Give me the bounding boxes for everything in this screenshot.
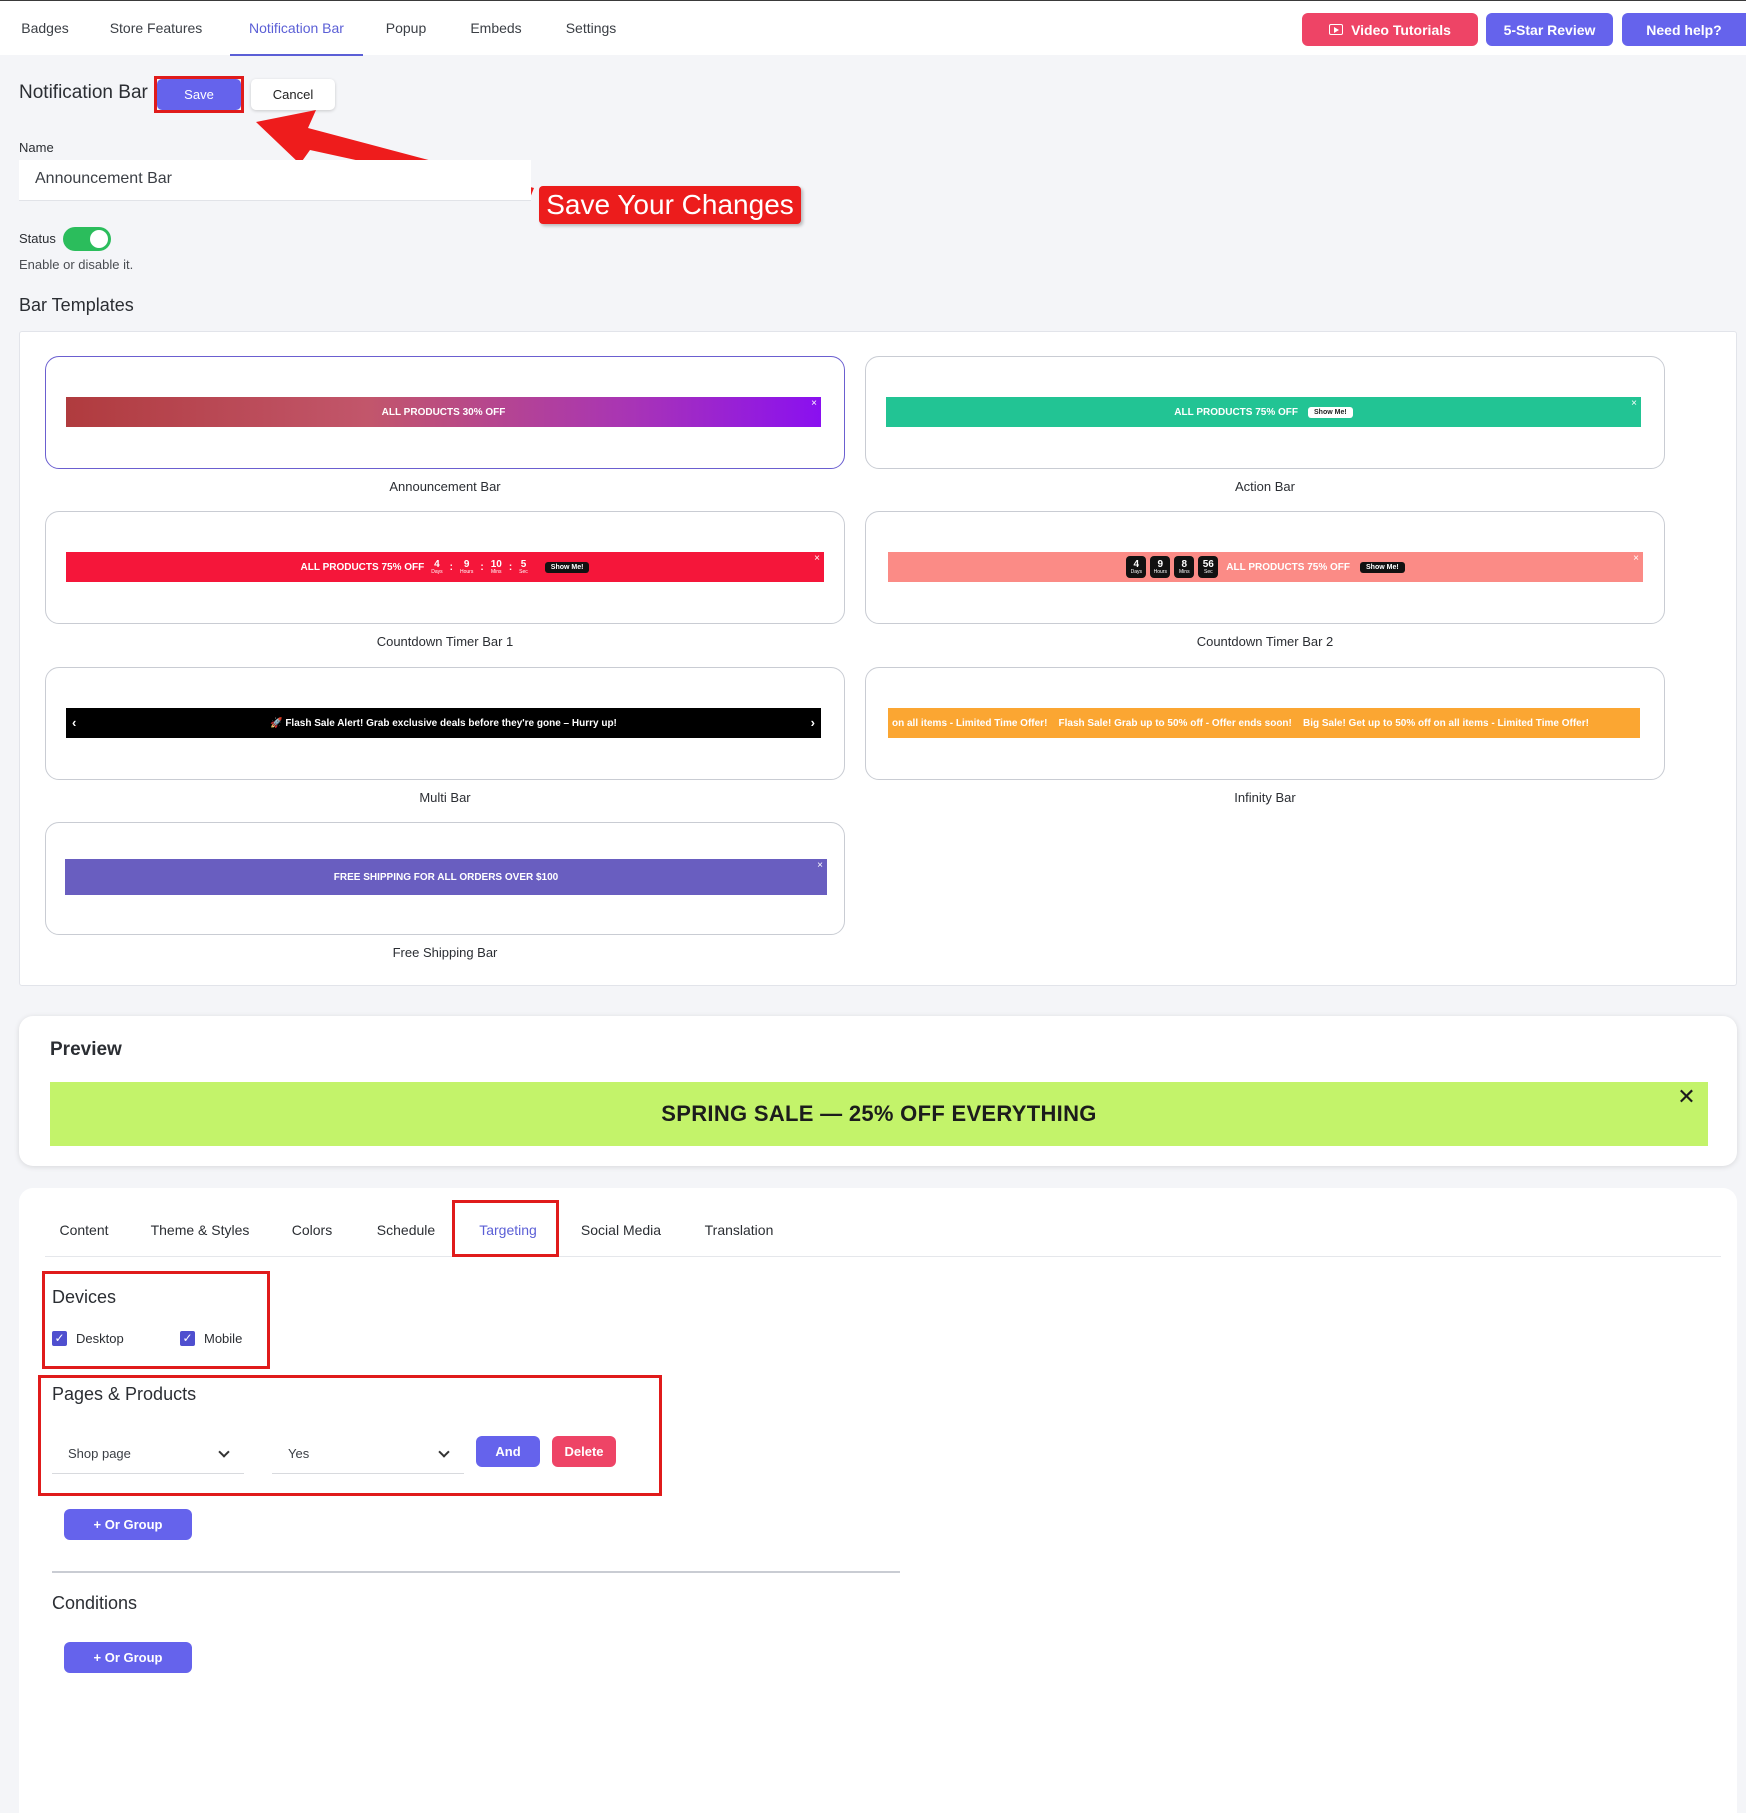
nav-tab-settings[interactable]: Settings [558, 1, 624, 56]
show-me-button: Show Me! [1308, 406, 1353, 418]
preview-heading: Preview [50, 1039, 122, 1060]
section-divider [52, 1571, 900, 1573]
status-label: Status [19, 231, 56, 246]
save-callout: Save Your Changes [539, 186, 801, 224]
show-me-button: Show Me! [544, 561, 590, 573]
template-card-infinity[interactable]: on all items - Limited Time Offer! Flash… [865, 667, 1665, 780]
timer-days: 4 Days [431, 558, 443, 575]
name-input[interactable]: Announcement Bar [19, 160, 531, 201]
timer-hours: 9 Hours [1150, 556, 1171, 578]
tab-schedule[interactable]: Schedule [373, 1210, 439, 1250]
pages-products-highlight-box [38, 1375, 662, 1496]
tabs-divider [45, 1256, 1721, 1257]
timer-mins: 8 Mins [1174, 556, 1195, 578]
conditions-or-group-button[interactable]: + Or Group [64, 1642, 192, 1673]
close-icon: × [1631, 398, 1637, 409]
chevron-right-icon: › [810, 715, 815, 730]
video-tutorials-label: Video Tutorials [1351, 21, 1451, 38]
close-icon: × [811, 398, 817, 409]
nav-tab-badges[interactable]: Badges [14, 1, 76, 56]
action-bar-sample: ALL PRODUCTS 75% OFF Show Me! × [886, 397, 1641, 427]
tab-translation[interactable]: Translation [700, 1210, 778, 1250]
template-card-announcement[interactable]: ALL PRODUCTS 30% OFF × [45, 356, 845, 469]
timer-mins: 10 Mins [490, 558, 502, 575]
top-nav: Badges Store Features Notification Bar P… [0, 0, 1746, 56]
need-help-button[interactable]: Need help? [1622, 13, 1746, 46]
video-icon [1329, 24, 1344, 35]
five-star-review-button[interactable]: 5-Star Review [1486, 13, 1613, 46]
timer-secs: 5 Sec [519, 558, 528, 575]
template-label: Announcement Bar [389, 479, 501, 494]
or-group-button[interactable]: + Or Group [64, 1509, 192, 1540]
template-label: Action Bar [1235, 479, 1295, 494]
status-toggle[interactable] [63, 227, 111, 251]
chevron-left-icon: ‹ [72, 715, 77, 730]
name-label: Name [19, 140, 54, 155]
settings-card [19, 1188, 1737, 1813]
free-shipping-bar-sample: FREE SHIPPING FOR ALL ORDERS OVER $100 × [65, 859, 827, 895]
video-tutorials-button[interactable]: Video Tutorials [1302, 13, 1478, 46]
template-label: Countdown Timer Bar 2 [1196, 634, 1334, 649]
bar-templates-heading: Bar Templates [19, 295, 134, 315]
close-icon[interactable]: ✕ [1677, 1084, 1696, 1110]
nav-tab-store-features[interactable]: Store Features [104, 1, 208, 56]
template-card-free-shipping[interactable]: FREE SHIPPING FOR ALL ORDERS OVER $100 × [45, 822, 845, 935]
template-label: Countdown Timer Bar 1 [376, 634, 514, 649]
page-title: Notification Bar [19, 82, 148, 103]
nav-tab-notification-bar[interactable]: Notification Bar [230, 1, 363, 56]
status-help-text: Enable or disable it. [19, 257, 134, 272]
announcement-bar-sample: ALL PRODUCTS 30% OFF × [66, 397, 821, 427]
nav-tab-embeds[interactable]: Embeds [462, 1, 530, 56]
timer-secs: 56 Sec [1198, 556, 1219, 578]
template-label: Free Shipping Bar [392, 945, 498, 960]
targeting-highlight-box [452, 1200, 559, 1257]
preview-bar-text: SPRING SALE — 25% OFF EVERYTHING [661, 1101, 1097, 1126]
show-me-button: Show Me! [1360, 561, 1405, 573]
template-card-action[interactable]: ALL PRODUCTS 75% OFF Show Me! × [865, 356, 1665, 469]
close-icon: × [1633, 553, 1639, 564]
nav-tab-popup[interactable]: Popup [378, 1, 434, 56]
infinity-bar-sample: on all items - Limited Time Offer! Flash… [888, 708, 1640, 738]
template-label: Infinity Bar [1234, 790, 1296, 805]
tab-social-media[interactable]: Social Media [576, 1210, 666, 1250]
preview-bar: SPRING SALE — 25% OFF EVERYTHING ✕ [50, 1082, 1708, 1146]
countdown-bar-2-sample: 4 Days 9 Hours 8 Mins 56 Sec ALL PRODUCTS 75… [888, 552, 1643, 582]
close-icon: × [814, 553, 820, 564]
timer-days: 4 Days [1126, 556, 1147, 578]
multi-bar-sample: ‹ 🚀 Flash Sale Alert! Grab exclusive dea… [66, 708, 821, 738]
template-label: Multi Bar [419, 790, 471, 805]
close-icon: × [817, 860, 823, 871]
tab-colors[interactable]: Colors [286, 1210, 338, 1250]
template-card-countdown-1[interactable]: ALL PRODUCTS 75% OFF 4 Days: 9 Hours: 10 Mi… [45, 511, 845, 624]
timer-hours: 9 Hours [460, 558, 474, 575]
tab-content[interactable]: Content [52, 1210, 116, 1250]
devices-highlight-box [42, 1271, 270, 1369]
template-card-multi[interactable]: ‹ 🚀 Flash Sale Alert! Grab exclusive dea… [45, 667, 845, 780]
template-card-countdown-2[interactable]: 4 Days 9 Hours 8 Mins 56 Sec ALL PRODUCTS 75… [865, 511, 1665, 624]
countdown-bar-1-sample: ALL PRODUCTS 75% OFF 4 Days: 9 Hours: 10 Mi… [66, 552, 824, 582]
save-highlight-box [154, 76, 244, 113]
tab-theme-styles[interactable]: Theme & Styles [148, 1210, 252, 1250]
conditions-heading: Conditions [52, 1593, 138, 1613]
